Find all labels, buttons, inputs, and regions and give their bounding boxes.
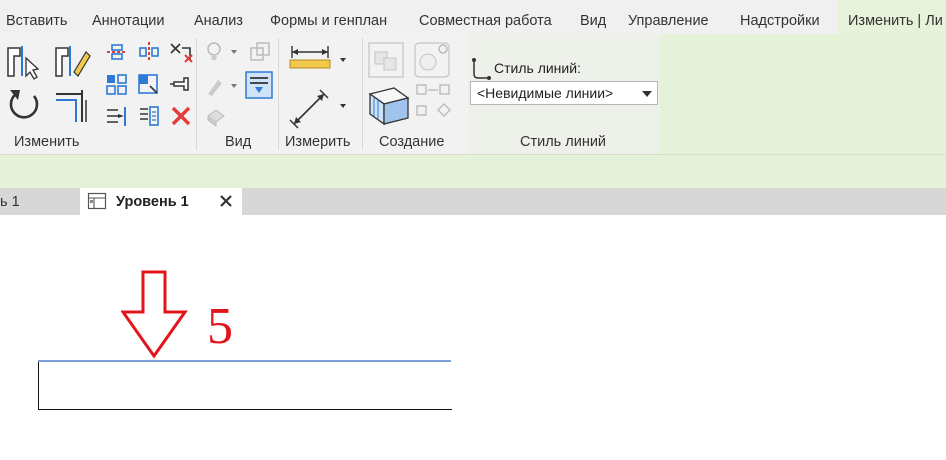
split-icon[interactable] <box>168 40 194 64</box>
view-tabs: нь 1 Уровень 1 <box>0 188 946 215</box>
panel-label-measure: Измерить <box>285 134 351 150</box>
match-properties-icon[interactable] <box>52 42 92 82</box>
arrow-down-icon <box>120 270 189 363</box>
delete-icon[interactable] <box>168 104 194 128</box>
selected-line[interactable] <box>38 360 451 362</box>
panel-label-line-style: Стиль линий <box>520 134 607 150</box>
create-parts-icon[interactable] <box>204 104 228 128</box>
modify-select-icon[interactable] <box>4 42 44 82</box>
drawn-rectangle[interactable] <box>38 361 452 410</box>
measure-icon[interactable] <box>288 86 350 130</box>
pin-icon[interactable] <box>168 72 194 96</box>
tab-massing-site[interactable]: Формы и генплан <box>270 0 387 34</box>
line-style-label: Стиль линий: <box>494 60 581 76</box>
view-tab-inactive[interactable]: нь 1 <box>0 188 20 215</box>
trim-extend-icon[interactable] <box>52 86 92 126</box>
create-parts-icon[interactable] <box>414 82 454 122</box>
separator <box>196 38 197 150</box>
annotation-number: 5 <box>207 298 233 355</box>
move-icon[interactable] <box>136 72 162 96</box>
view-tab-label: Уровень 1 <box>116 194 189 210</box>
create-group-icon[interactable] <box>366 40 406 80</box>
hide-icon[interactable] <box>204 40 244 64</box>
view-plan-icon <box>87 192 107 213</box>
drawing-canvas[interactable]: 5 <box>0 215 946 460</box>
separator <box>362 38 363 150</box>
line-style-icon <box>470 56 492 80</box>
tab-annotate[interactable]: Аннотации <box>92 0 164 34</box>
panel-label-create: Создание <box>379 134 445 150</box>
separator <box>278 38 279 150</box>
ribbon-tab-bar: Вставить Аннотации Анализ Формы и генпла… <box>0 0 946 36</box>
override-graphics-icon[interactable] <box>248 40 272 64</box>
line-style-value: <Невидимые линии> <box>477 85 614 101</box>
view-plan-icon[interactable] <box>244 70 274 100</box>
close-icon[interactable] <box>218 193 234 212</box>
create-assembly-icon[interactable] <box>366 84 412 126</box>
panel-label-modify: Изменить <box>14 134 80 150</box>
tab-modify-lines[interactable]: Изменить | Ли <box>838 0 946 36</box>
panel-label-view: Вид <box>225 134 252 150</box>
copy-icon[interactable] <box>104 104 130 128</box>
chevron-down-icon <box>642 91 652 97</box>
mirror-icon[interactable] <box>104 72 130 96</box>
linework-icon[interactable] <box>204 74 244 98</box>
line-style-dropdown[interactable]: <Невидимые линии> <box>470 81 658 105</box>
create-similar-icon[interactable] <box>412 40 452 80</box>
view-tab-level-1[interactable]: Уровень 1 <box>80 188 242 215</box>
tab-view[interactable]: Вид <box>580 0 606 34</box>
tab-analyze[interactable]: Анализ <box>194 0 243 34</box>
tab-insert[interactable]: Вставить <box>6 0 67 34</box>
options-bar <box>0 154 946 188</box>
rotate-icon[interactable] <box>6 86 42 124</box>
unpin-icon[interactable] <box>136 104 162 128</box>
tab-add-ins[interactable]: Надстройки <box>740 0 820 34</box>
offset-icon[interactable] <box>136 40 162 64</box>
aligned-dimension-icon[interactable] <box>288 44 350 74</box>
ribbon: Стиль линий: <Невидимые линии> Изменить … <box>0 34 946 154</box>
tab-manage[interactable]: Управление <box>628 0 709 34</box>
align-icon[interactable] <box>104 40 130 64</box>
tab-collaborate[interactable]: Совместная работа <box>419 0 552 34</box>
